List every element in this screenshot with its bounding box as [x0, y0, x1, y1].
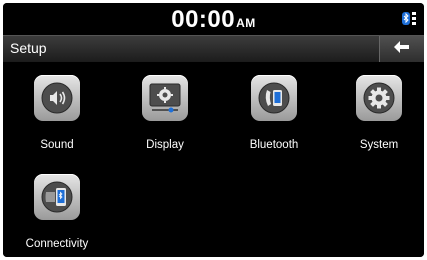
bluetooth-status-icon	[402, 10, 418, 30]
display-settings-icon	[142, 75, 188, 121]
speaker-icon	[34, 75, 80, 121]
page-title: Setup	[10, 40, 47, 56]
setup-menu-grid: Sound Display Bluetooth System Connectiv…	[3, 62, 424, 257]
menu-item-system[interactable]: System	[329, 75, 424, 151]
menu-item-label: Bluetooth	[249, 139, 299, 151]
menu-item-display[interactable]: Display	[115, 75, 215, 151]
phone-icon	[251, 75, 297, 121]
clock: 00:00AM	[3, 6, 424, 34]
menu-item-label: Display	[146, 139, 184, 151]
menu-item-label: Connectivity	[25, 238, 89, 250]
menu-item-sound[interactable]: Sound	[7, 75, 107, 151]
menu-item-label: System	[359, 139, 399, 151]
app-screen: 00:00AM Setup Sound Display Bluetooth Sy…	[3, 3, 424, 257]
clock-time: 00:00	[171, 6, 236, 33]
title-bar: Setup	[3, 35, 424, 63]
back-button[interactable]	[379, 36, 424, 62]
gear-icon	[356, 75, 402, 121]
back-arrow-icon	[392, 40, 412, 59]
menu-item-connectivity[interactable]: Connectivity	[7, 174, 107, 250]
menu-item-label: Sound	[40, 139, 74, 151]
status-bar: 00:00AM	[3, 3, 424, 35]
phone-connect-icon	[34, 174, 80, 220]
menu-item-bluetooth[interactable]: Bluetooth	[224, 75, 324, 151]
clock-ampm: AM	[236, 16, 256, 30]
